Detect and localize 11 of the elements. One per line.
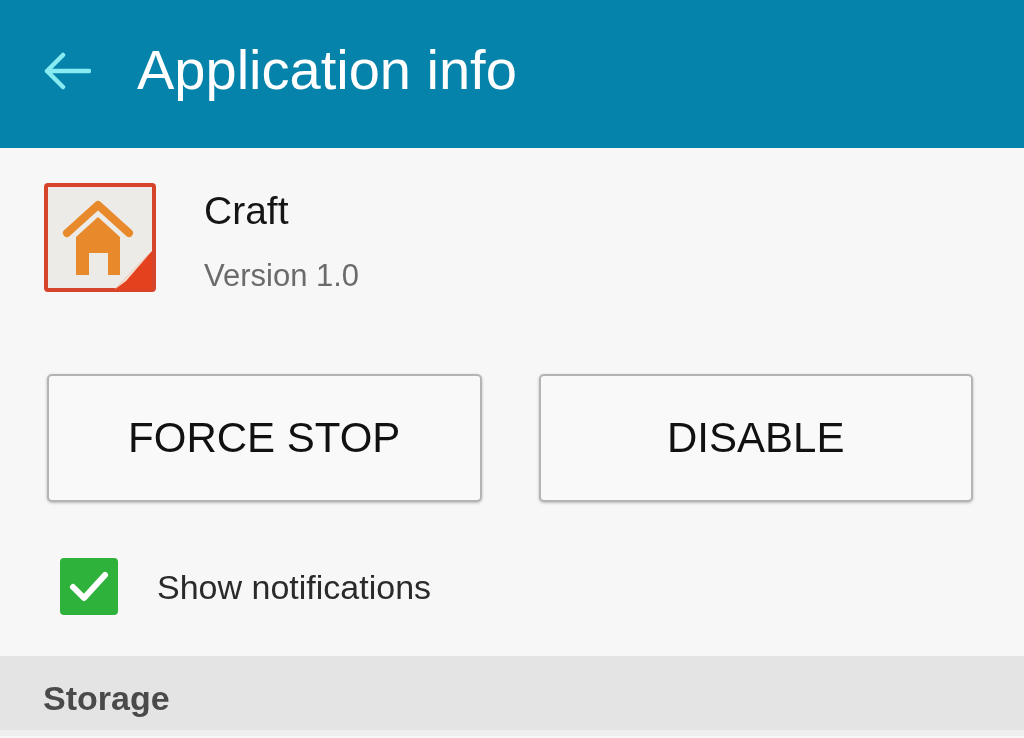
back-arrow-icon xyxy=(43,52,91,90)
screen-title: Application info xyxy=(137,38,517,102)
action-button[interactable]: DISABLE xyxy=(538,374,973,502)
checked-checkbox-icon[interactable] xyxy=(60,558,118,615)
app-version: Version 1.0 xyxy=(204,258,360,294)
action-button[interactable]: FORCE STOP xyxy=(47,374,482,502)
house-app-icon xyxy=(44,183,156,292)
app-name: Craft xyxy=(204,188,290,234)
option-label: Show notifications xyxy=(157,566,432,607)
section-title: Storage xyxy=(43,678,170,718)
back-button[interactable] xyxy=(42,51,92,91)
